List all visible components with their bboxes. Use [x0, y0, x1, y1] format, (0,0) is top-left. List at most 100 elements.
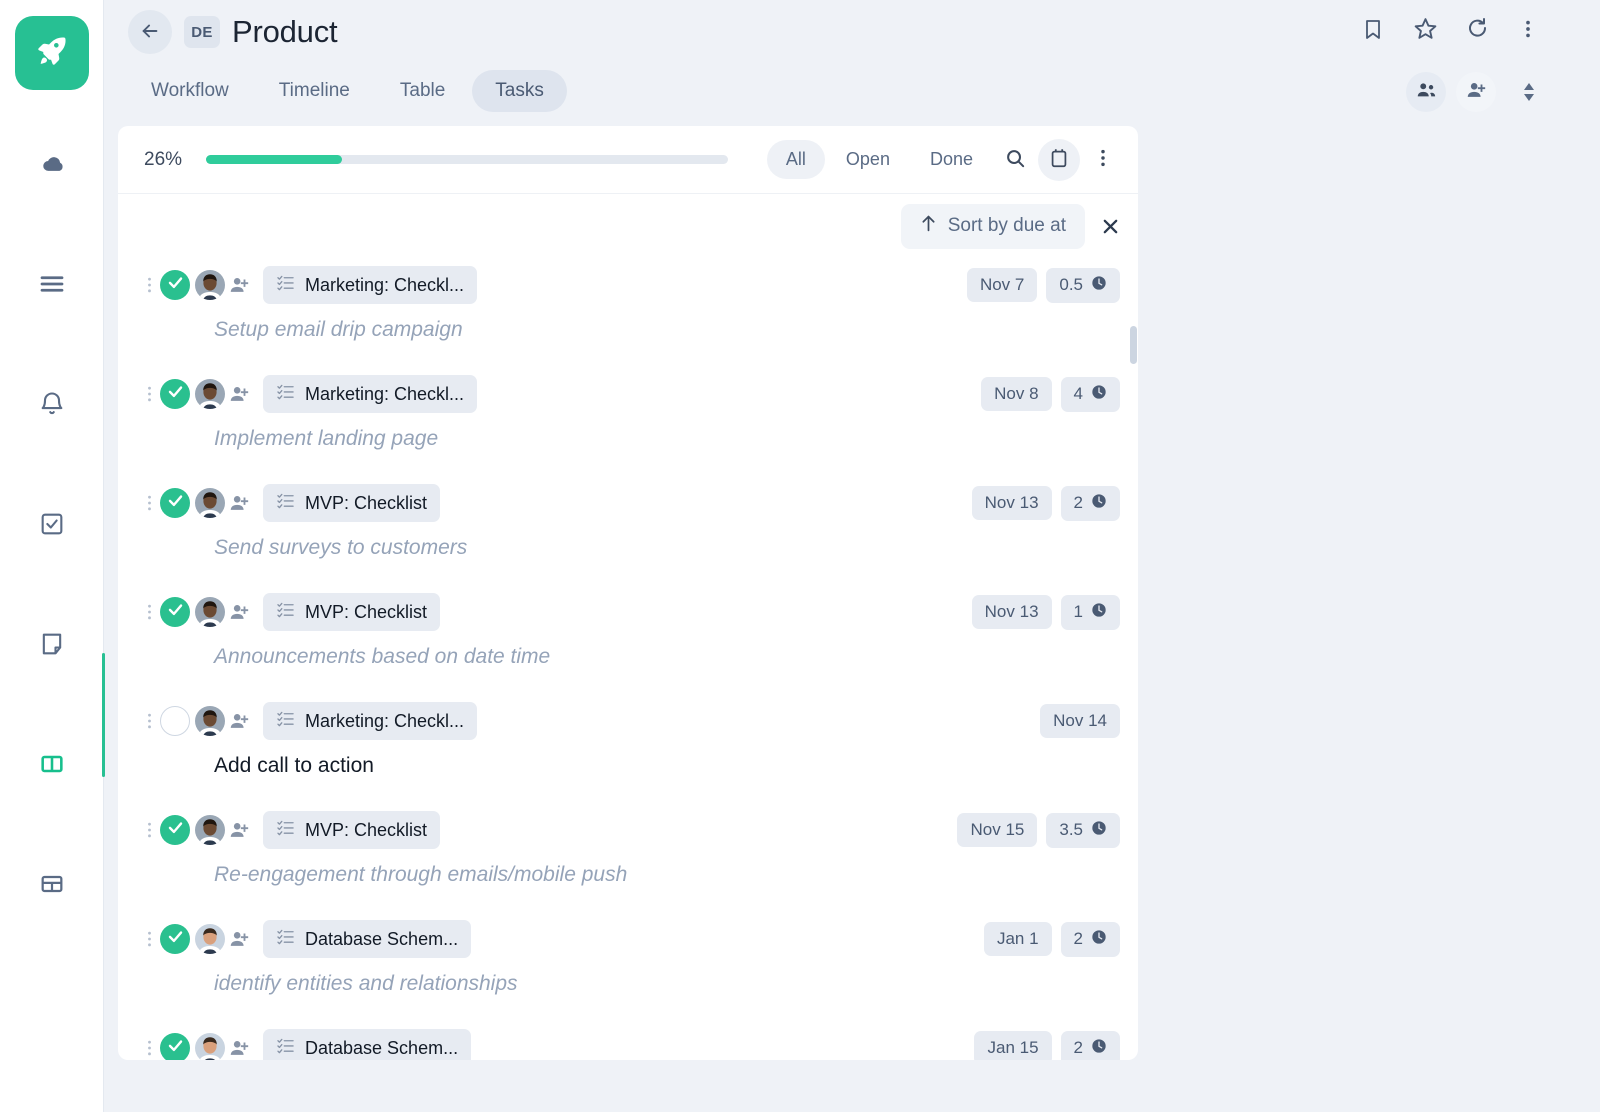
person-add-icon[interactable]: [228, 928, 250, 950]
drag-handle[interactable]: [144, 928, 154, 950]
time-estimate-badge[interactable]: 2: [1060, 485, 1120, 521]
due-date-badge[interactable]: Jan 1: [983, 922, 1052, 956]
task-checkbox[interactable]: [160, 270, 190, 300]
due-date-badge[interactable]: Nov 14: [1040, 704, 1120, 738]
person-add-icon[interactable]: [228, 1037, 250, 1059]
person-add-icon[interactable]: [228, 819, 250, 841]
tab-tasks[interactable]: Tasks: [472, 70, 567, 112]
due-date-badge[interactable]: Nov 15: [957, 813, 1038, 847]
time-estimate-badge[interactable]: 3.5: [1046, 812, 1120, 848]
scrollbar-thumb[interactable]: [1130, 326, 1137, 364]
task-row[interactable]: Marketing: Checkl... Nov 14 Add call to ac…: [118, 698, 1138, 807]
time-estimate-badge[interactable]: 0.5: [1046, 267, 1120, 303]
drag-handle[interactable]: [144, 492, 154, 514]
task-row[interactable]: MVP: Checklist Nov 15 3.5 Re-engagement thr…: [118, 807, 1138, 916]
list-more-button[interactable]: [1082, 139, 1124, 181]
checklist-chip[interactable]: MVP: Checklist: [263, 811, 441, 849]
star-icon[interactable]: [1413, 16, 1438, 41]
sidebar-item-notes[interactable]: [22, 616, 82, 676]
sidebar-item-table[interactable]: [22, 856, 82, 916]
task-title[interactable]: Implement landing page: [144, 425, 1120, 480]
sort-by-due-button[interactable]: Sort by due at: [900, 203, 1085, 249]
back-button[interactable]: [128, 10, 172, 54]
more-vertical-icon[interactable]: [1518, 18, 1538, 40]
avatar[interactable]: [195, 1033, 225, 1060]
due-date-badge[interactable]: Nov 8: [981, 377, 1052, 411]
tab-workflow[interactable]: Workflow: [128, 70, 252, 112]
task-row[interactable]: MVP: Checklist Nov 13 2 Send surveys to cus…: [118, 480, 1138, 589]
workspace-badge[interactable]: DE: [184, 16, 220, 48]
filter-open[interactable]: Open: [827, 140, 909, 179]
task-title[interactable]: identify entities and relationships: [144, 970, 1120, 1025]
bookmark-icon[interactable]: [1361, 17, 1385, 41]
app-logo[interactable]: [14, 16, 89, 90]
members-button[interactable]: [1406, 72, 1446, 112]
task-row[interactable]: MVP: Checklist Nov 13 1 Announcements based…: [118, 589, 1138, 698]
drag-handle[interactable]: [144, 383, 154, 405]
avatar[interactable]: [195, 815, 225, 845]
time-estimate-badge[interactable]: 4: [1060, 376, 1120, 412]
task-checkbox[interactable]: [160, 924, 190, 954]
checklist-chip[interactable]: MVP: Checklist: [263, 593, 441, 631]
task-row[interactable]: Database Schem...Jan 152design er diagra…: [118, 1025, 1138, 1060]
task-row[interactable]: Marketing: Checkl... Nov 8 4 Implement land…: [118, 371, 1138, 480]
task-title[interactable]: Re-engagement through emails/mobile push: [144, 861, 1120, 916]
sidebar-item-notifications[interactable]: [22, 376, 82, 436]
due-date-badge[interactable]: Nov 7: [966, 268, 1038, 302]
task-checkbox[interactable]: [160, 379, 190, 409]
time-estimate-badge[interactable]: 2: [1060, 921, 1120, 957]
person-add-icon[interactable]: [228, 383, 250, 405]
due-date-badge[interactable]: Jan 15: [974, 1031, 1052, 1060]
sidebar-item-board[interactable]: [22, 736, 82, 796]
task-checkbox[interactable]: [160, 706, 190, 736]
refresh-icon[interactable]: [1466, 17, 1490, 41]
task-title[interactable]: Send surveys to customers: [144, 534, 1120, 589]
time-estimate-badge[interactable]: 1: [1060, 594, 1120, 630]
task-title[interactable]: Setup email drip campaign: [144, 316, 1120, 371]
task-row[interactable]: Database Schem... Jan 1 2 identify entities…: [118, 916, 1138, 1025]
search-button[interactable]: [994, 139, 1036, 181]
checklist-chip[interactable]: Database Schem...: [263, 1029, 472, 1060]
task-title[interactable]: Add call to action: [144, 752, 1120, 807]
checklist-chip[interactable]: Marketing: Checkl...: [263, 375, 478, 413]
time-estimate-badge[interactable]: 2: [1060, 1030, 1120, 1060]
person-add-icon[interactable]: [228, 710, 250, 732]
add-member-button[interactable]: [1456, 72, 1496, 112]
tab-table[interactable]: Table: [377, 70, 468, 112]
filter-done[interactable]: Done: [911, 140, 992, 179]
task-checkbox[interactable]: [160, 597, 190, 627]
drag-handle[interactable]: [144, 710, 154, 732]
task-checkbox[interactable]: [160, 488, 190, 518]
calendar-button[interactable]: [1038, 138, 1080, 181]
checklist-chip[interactable]: MVP: Checklist: [263, 484, 441, 522]
drag-handle[interactable]: [144, 601, 154, 623]
filter-all[interactable]: All: [766, 140, 825, 179]
drag-handle[interactable]: [144, 274, 154, 296]
checklist-chip[interactable]: Marketing: Checkl...: [263, 702, 478, 740]
avatar[interactable]: [195, 379, 225, 409]
avatar[interactable]: [195, 488, 225, 518]
tab-timeline[interactable]: Timeline: [256, 70, 373, 112]
clear-sort-button[interactable]: [1101, 217, 1120, 236]
task-row[interactable]: Marketing: Checkl... Nov 7 0.5 Setup email …: [118, 262, 1138, 371]
person-add-icon[interactable]: [228, 274, 250, 296]
avatar[interactable]: [195, 706, 225, 736]
task-checkbox[interactable]: [160, 815, 190, 845]
drag-handle[interactable]: [144, 819, 154, 841]
sidebar-item-menu[interactable]: [22, 256, 82, 316]
task-title[interactable]: Announcements based on date time: [144, 643, 1120, 698]
avatar[interactable]: [195, 597, 225, 627]
sidebar-item-tasks[interactable]: [22, 496, 82, 556]
due-date-badge[interactable]: Nov 13: [971, 486, 1052, 520]
checklist-chip[interactable]: Database Schem...: [263, 920, 472, 958]
checklist-chip[interactable]: Marketing: Checkl...: [263, 266, 478, 304]
task-checkbox[interactable]: [160, 1033, 190, 1060]
drag-handle[interactable]: [144, 1037, 154, 1059]
sort-updown-icon[interactable]: [1520, 79, 1538, 105]
avatar[interactable]: [195, 270, 225, 300]
due-date-badge[interactable]: Nov 13: [971, 595, 1052, 629]
sidebar-item-cloud[interactable]: [22, 136, 82, 196]
person-add-icon[interactable]: [228, 492, 250, 514]
person-add-icon[interactable]: [228, 601, 250, 623]
avatar[interactable]: [195, 924, 225, 954]
